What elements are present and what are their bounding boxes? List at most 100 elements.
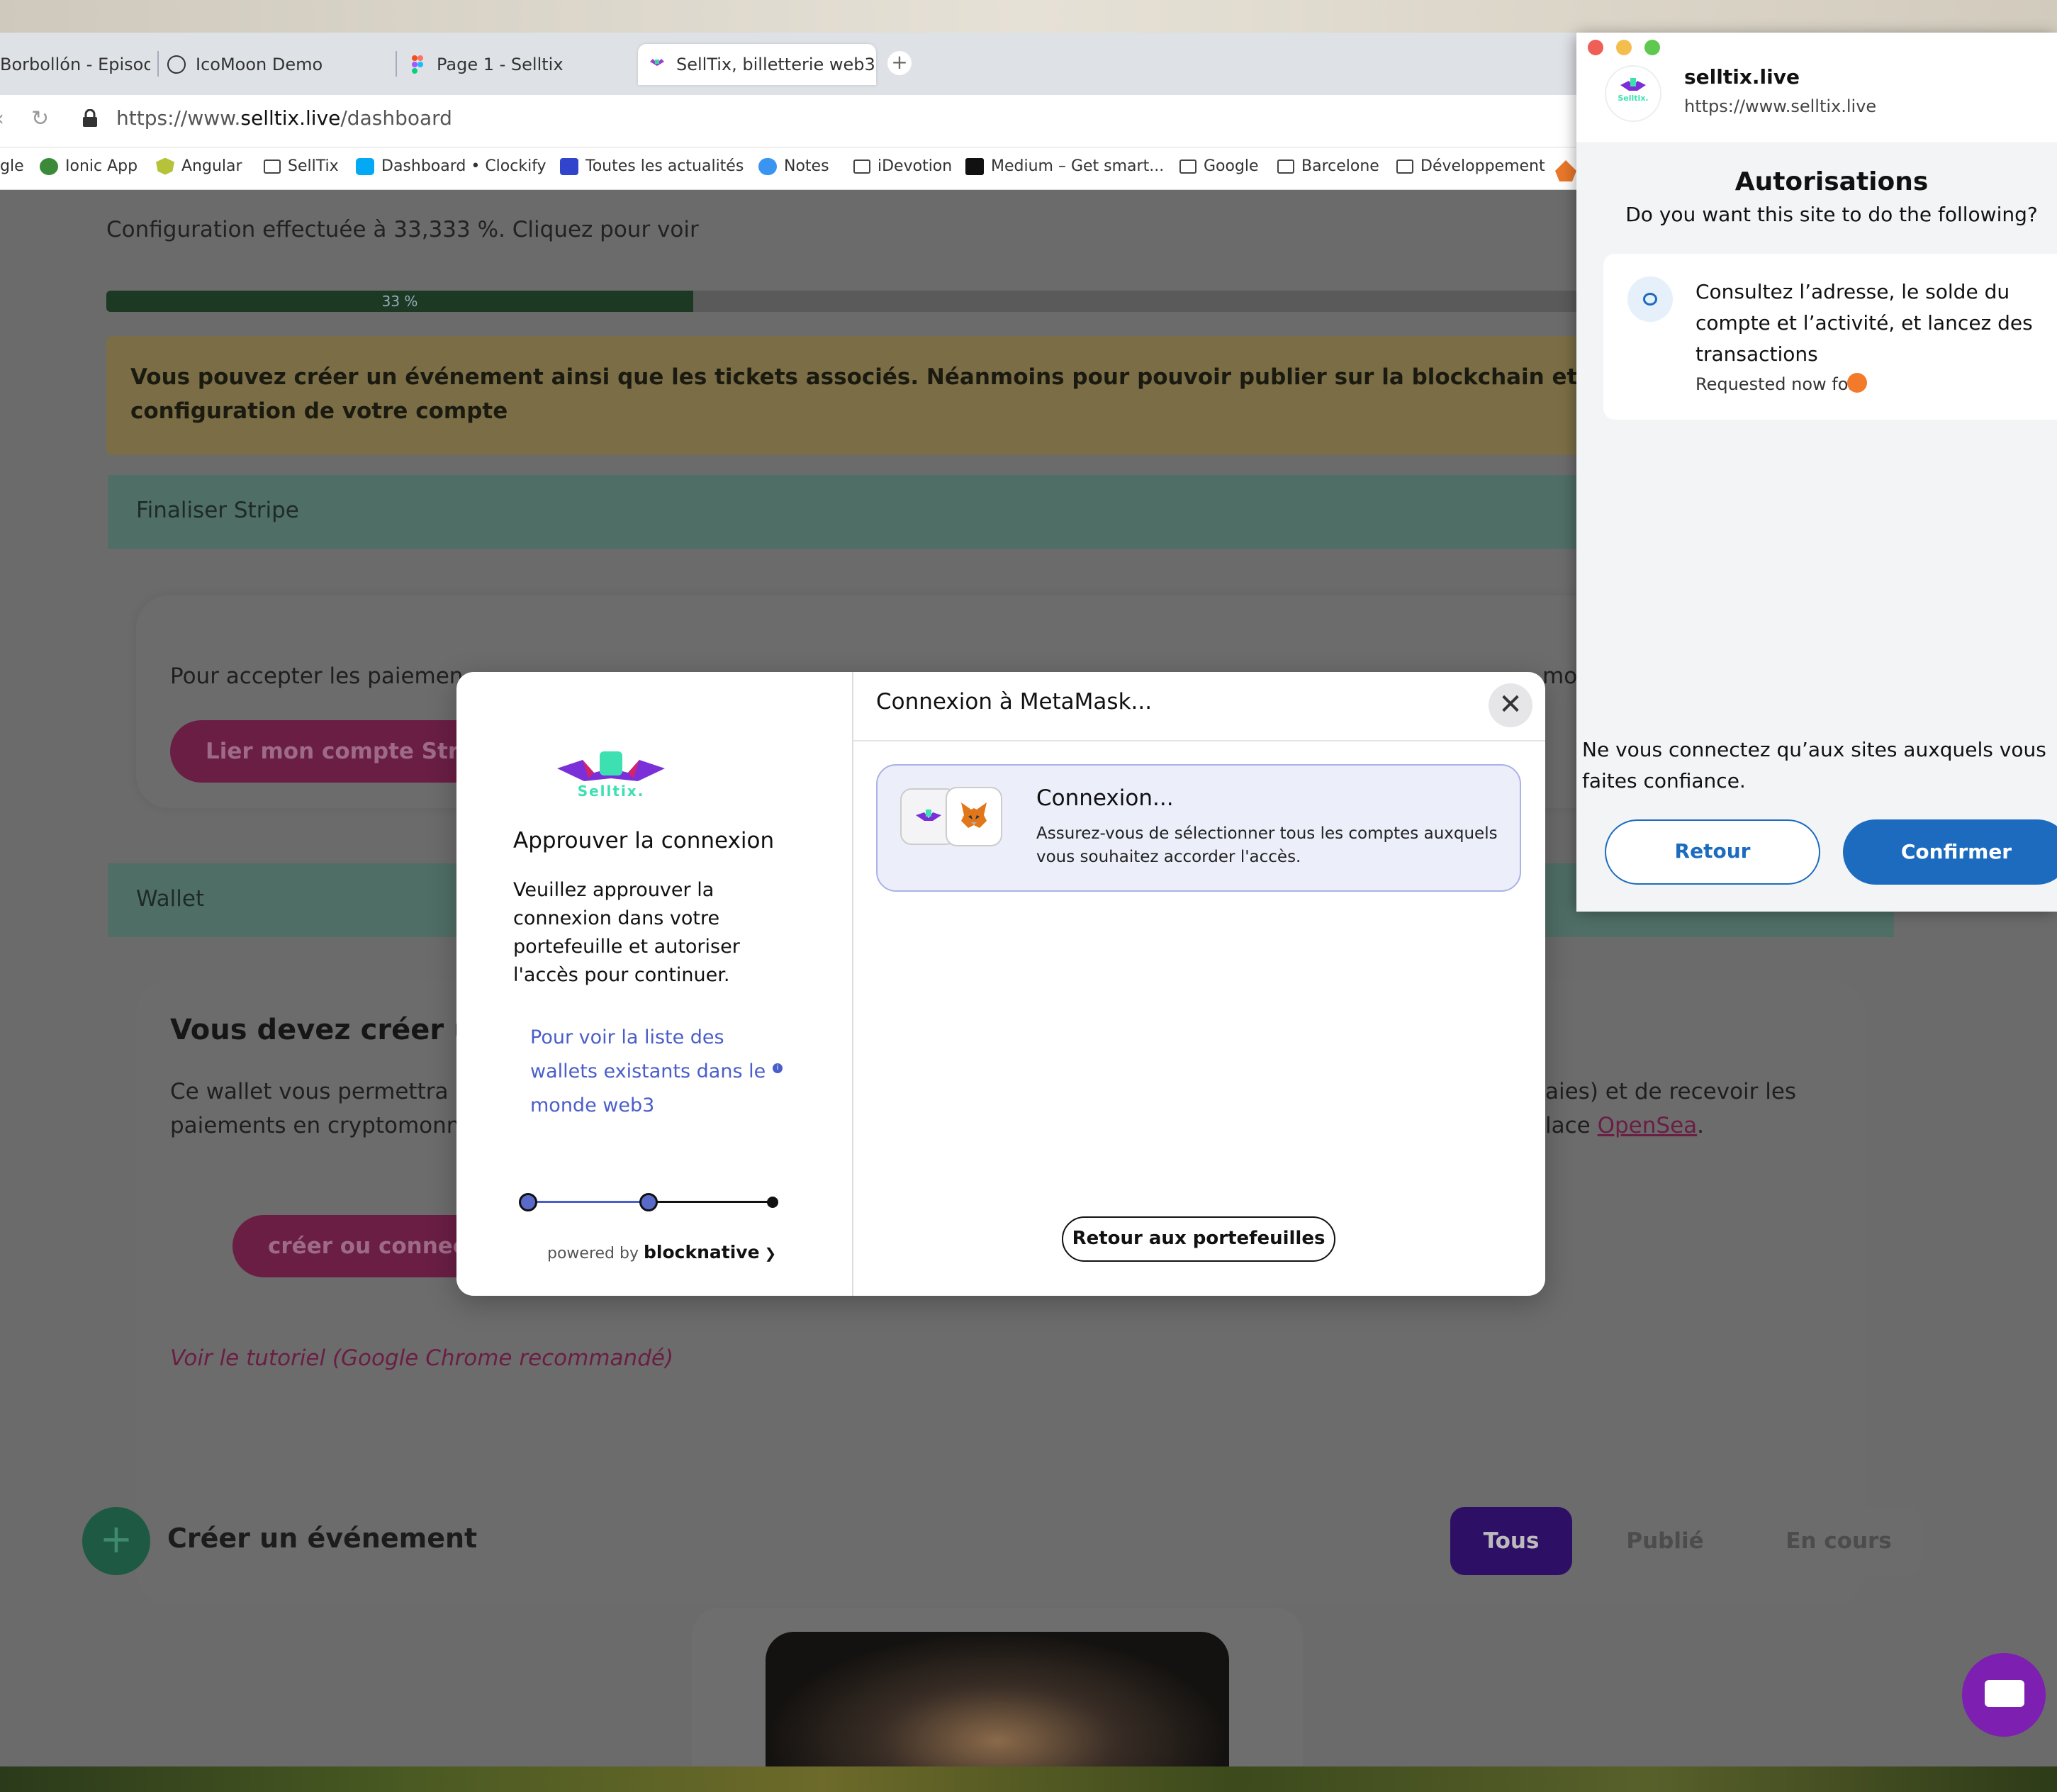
stepper-line-complete [527, 1201, 649, 1203]
wallet-section-title: Wallet [136, 886, 205, 912]
folder-icon [853, 159, 870, 174]
blocknative-brand: blocknative [644, 1242, 760, 1262]
eye-icon-pupil [1643, 293, 1657, 306]
bookmark-idevotion[interactable]: iDevotion [853, 157, 952, 175]
bookmark-label: Angular [181, 157, 242, 175]
metamask-back-button[interactable]: Retour [1605, 819, 1820, 885]
bookmark-label: Ionic App [65, 157, 138, 175]
approve-connection-title: Approuver la connexion [513, 828, 775, 853]
tab-label: Page 1 - Selltix [437, 55, 564, 74]
bookmark-selltix-folder[interactable]: SellTix [264, 157, 339, 175]
permission-description: Consultez l’adresse, le solde du compte … [1696, 280, 2033, 366]
tab-label: Borbollón - Episod [0, 55, 150, 74]
modal-header-title: Connexion à MetaMask... [876, 689, 1153, 715]
tab-label: IcoMoon Demo [196, 55, 323, 74]
folder-icon [1277, 159, 1294, 174]
metamask-permissions-subtitle: Do you want this site to do the followin… [1625, 203, 2038, 226]
add-event-icon[interactable]: + [82, 1507, 150, 1575]
filter-all-button[interactable]: Tous [1450, 1507, 1572, 1575]
bookmark-ionic[interactable]: Ionic App [40, 157, 138, 175]
account-avatar-icon [1847, 373, 1867, 393]
metamask-permissions-title: Autorisations [1734, 167, 1929, 196]
wallet-description-line-2: paiements en cryptomonn [170, 1113, 461, 1138]
bookmark-label: SellTix [288, 157, 339, 175]
tab-selltix-active[interactable]: SellTix, billetterie web3 p [638, 44, 876, 85]
bookmark-medium[interactable]: Medium – Get smart... [965, 157, 1164, 175]
news-icon [560, 157, 578, 175]
tab-label: SellTix, billetterie web3 p [676, 55, 876, 74]
bookmark-angular[interactable]: Angular [156, 157, 242, 175]
bookmark-label: Medium – Get smart... [991, 157, 1165, 175]
window-close-button[interactable] [1588, 40, 1603, 55]
url-input[interactable]: https://www.selltix.live/dashboard [116, 106, 452, 130]
clockify-icon [356, 157, 374, 175]
trust-warning-text: Ne vous connectez qu’aux sites auxquels … [1582, 738, 2046, 793]
url-path: /dashboard [340, 106, 452, 130]
powered-by-blocknative[interactable]: powered by blocknative ❯ [547, 1242, 776, 1262]
bookmark-clockify[interactable]: Dashboard • Clockify [356, 157, 547, 175]
bookmark-label: gle [0, 157, 24, 175]
config-progress-text[interactable]: Configuration effectuée à 33,333 %. Cliq… [106, 217, 699, 242]
bookmark-actualites[interactable]: Toutes les actualités [560, 157, 744, 175]
powered-by-label: powered by [547, 1245, 639, 1262]
selltix-favicon-icon [648, 55, 666, 74]
bookmark-developpement[interactable]: Développement [1396, 157, 1545, 175]
stripe-description: Pour accepter les paiemen [170, 663, 464, 689]
desktop-wallpaper-bottom [0, 1766, 2057, 1792]
bookmark-notes[interactable]: Notes [758, 157, 829, 175]
permission-requested-label: Requested now for [1696, 374, 1856, 394]
cloud-icon [758, 157, 777, 175]
lock-icon [82, 108, 98, 128]
stepper-step-3 [767, 1197, 778, 1208]
ionic-icon [40, 157, 58, 175]
warning-line-1: Vous pouvez créer un événement ainsi que… [130, 364, 1591, 390]
folder-icon [1396, 159, 1413, 174]
new-tab-button[interactable]: + [887, 51, 912, 75]
folder-icon [1179, 159, 1196, 174]
bookmark-label: Notes [784, 157, 829, 175]
connecting-title: Connexion... [1036, 785, 1174, 811]
create-event-label[interactable]: Créer un événement [167, 1523, 477, 1554]
metamask-fox-icon [958, 800, 990, 831]
url-prefix: https://www. [116, 106, 241, 130]
window-maximize-button[interactable] [1644, 40, 1660, 55]
wallets-list-link[interactable]: Pour voir la liste des wallets existants… [530, 1021, 785, 1123]
figma-icon [408, 55, 427, 74]
info-icon: i [773, 1063, 783, 1073]
warning-line-2: configuration de votre compte [130, 398, 508, 424]
back-arrow-icon[interactable]: ‹ [0, 106, 4, 131]
approve-connection-description: Veuillez approuver la connexion dans vot… [513, 879, 740, 986]
opensea-link[interactable]: OpenSea [1598, 1113, 1698, 1138]
metamask-site-name: selltix.live [1684, 65, 1800, 89]
close-modal-button[interactable]: ✕ [1489, 683, 1532, 727]
reload-icon[interactable]: ↻ [31, 106, 49, 131]
tutorial-link[interactable]: Voir le tutoriel (Google Chrome recomman… [170, 1345, 673, 1371]
window-minimize-button[interactable] [1616, 40, 1632, 55]
globe-icon [167, 55, 186, 74]
back-to-wallets-button[interactable]: Retour aux portefeuilles [1062, 1216, 1335, 1262]
bookmark-label: Développement [1420, 157, 1545, 175]
selltix-site-icon: Selltix. [1616, 72, 1650, 106]
event-image [766, 1632, 1229, 1766]
modal-header-divider [853, 740, 1545, 741]
tab-icomoon[interactable]: IcoMoon Demo [167, 44, 394, 85]
wallet-desc-prefix: lace [1545, 1113, 1598, 1138]
bookmark-label: Barcelone [1301, 157, 1379, 175]
stepper-step-2 [639, 1193, 658, 1211]
filter-published-button[interactable]: Publié [1596, 1507, 1734, 1575]
url-domain: selltix.live [240, 106, 341, 130]
blocknative-icon: ❯ [764, 1245, 777, 1262]
metamask-site-url: https://www.selltix.live [1684, 96, 1877, 116]
filter-ongoing-button[interactable]: En cours [1756, 1507, 1921, 1575]
warning-text: Vous pouvez créer un événement ainsi que… [130, 360, 1591, 428]
bookmark-label: Dashboard • Clockify [381, 157, 547, 175]
bookmark-barcelone[interactable]: Barcelone [1277, 157, 1379, 175]
tab-figma-page1[interactable]: Page 1 - Selltix [408, 44, 621, 85]
metamask-confirm-button[interactable]: Confirmer [1843, 819, 2057, 885]
bookmark-label: iDevotion [878, 157, 953, 175]
chat-button[interactable] [1962, 1653, 2046, 1737]
bookmark-google-partial[interactable]: gle [0, 157, 24, 175]
chat-bubble-icon [1985, 1680, 2024, 1707]
tab-borbollon[interactable]: Borbollón - Episod [0, 44, 150, 85]
bookmark-google-folder[interactable]: Google [1179, 157, 1259, 175]
